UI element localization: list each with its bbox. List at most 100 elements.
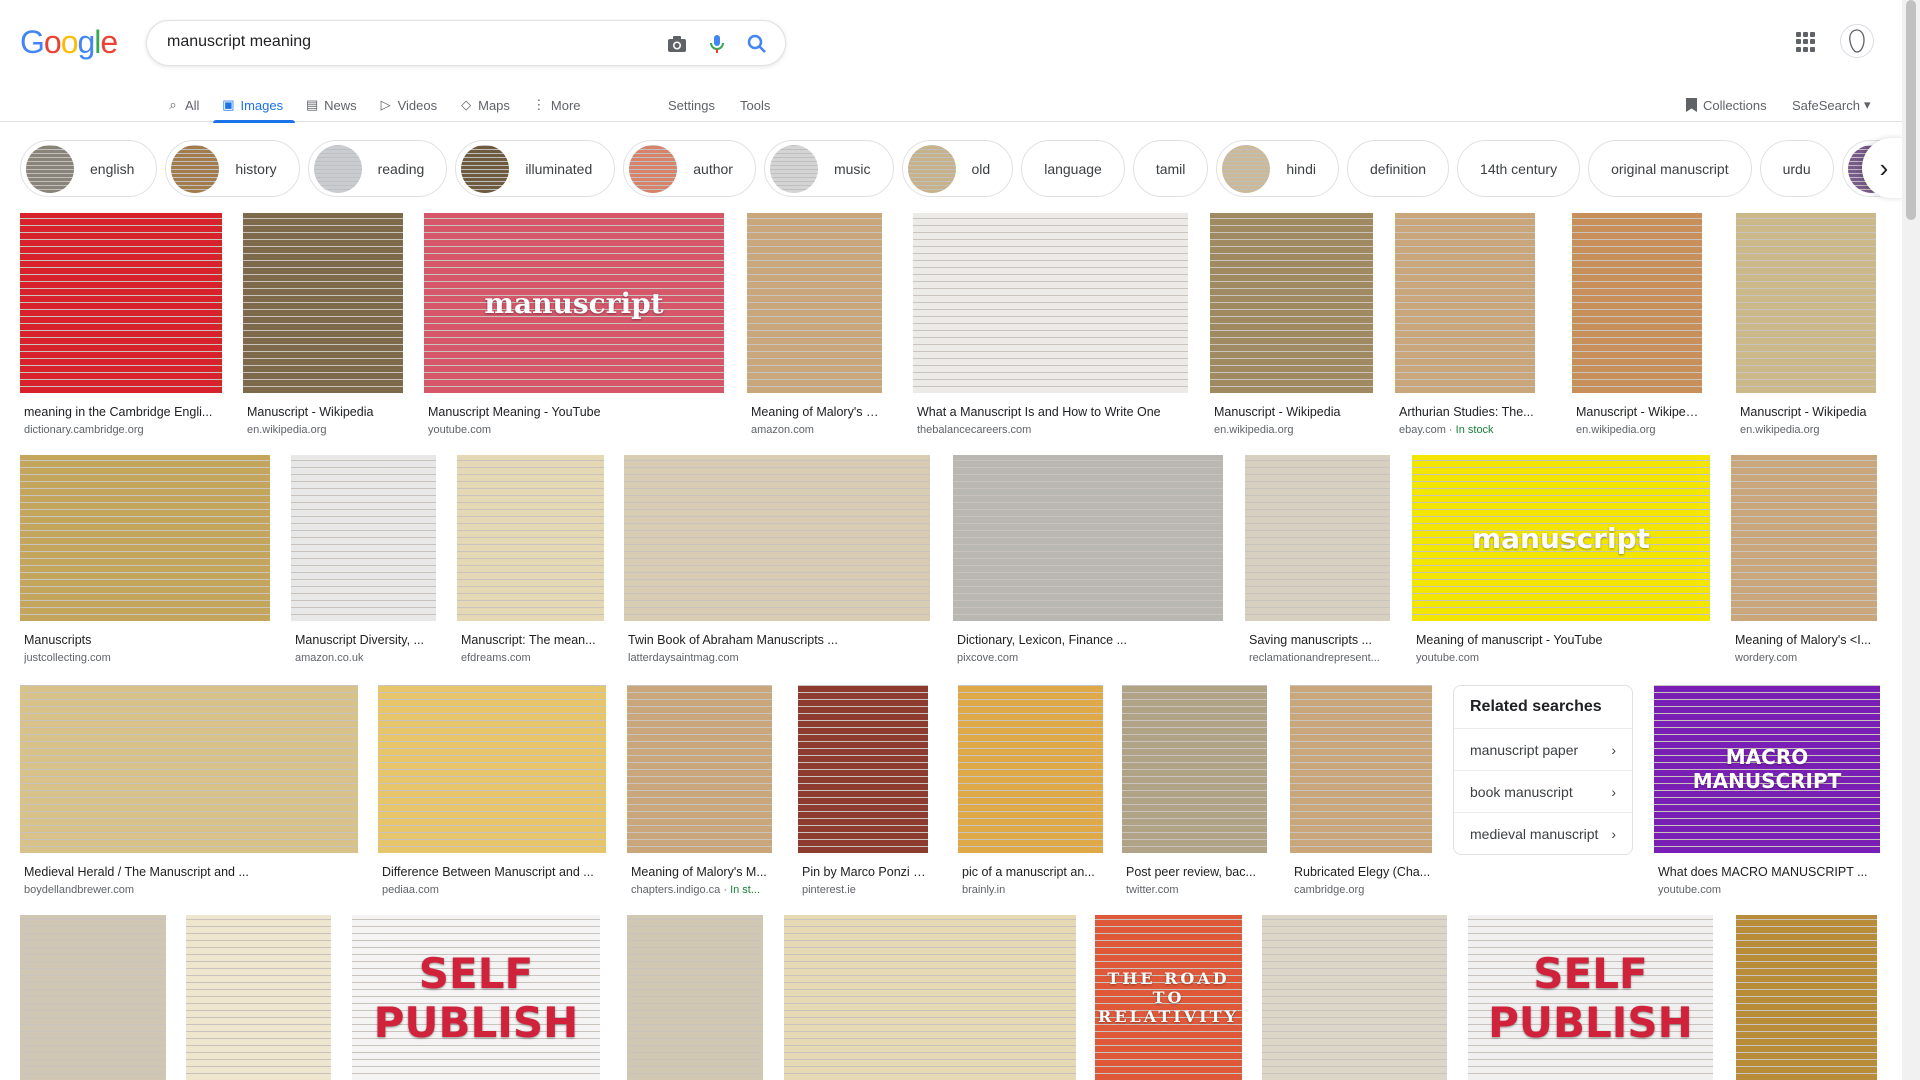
image-result[interactable]: Medieval Herald / The Manuscript and ...… xyxy=(20,685,358,903)
result-title[interactable]: Twin Book of Abraham Manuscripts ... xyxy=(628,633,930,647)
image-result[interactable]: Pin by Marco Ponzi on... pinterest.ie xyxy=(798,685,928,903)
result-title[interactable]: Meaning of Malory's M... xyxy=(751,405,882,419)
image-result[interactable]: Post peer review, bac... twitter.com xyxy=(1122,685,1267,903)
result-title[interactable]: What a Manuscript Is and How to Write On… xyxy=(917,405,1188,419)
result-title[interactable]: Dictionary, Lexicon, Finance ... xyxy=(957,633,1223,647)
result-thumbnail[interactable] xyxy=(1395,213,1535,393)
result-thumbnail[interactable] xyxy=(1736,915,1877,1080)
result-thumbnail[interactable] xyxy=(1572,213,1702,393)
result-title[interactable]: Manuscript Diversity, ... xyxy=(295,633,436,647)
image-result[interactable] xyxy=(1736,915,1877,1080)
result-thumbnail[interactable]: MACRO MANUSCRIPT xyxy=(1654,685,1880,853)
related-search-item[interactable]: manuscript paper › xyxy=(1454,728,1632,770)
result-title[interactable]: Medieval Herald / The Manuscript and ... xyxy=(24,865,358,879)
result-title[interactable]: Rubricated Elegy (Cha... xyxy=(1294,865,1432,879)
result-thumbnail[interactable] xyxy=(378,685,606,853)
result-title[interactable]: Arthurian Studies: The... xyxy=(1399,405,1535,419)
image-result[interactable]: Saving manuscripts ... reclamationandrepr… xyxy=(1245,455,1390,671)
result-thumbnail[interactable] xyxy=(1122,685,1267,853)
image-result[interactable]: Arthurian Studies: The... ebay.com · In s… xyxy=(1395,213,1535,443)
chip-definition[interactable]: definition xyxy=(1346,140,1450,197)
result-thumbnail[interactable] xyxy=(784,915,1076,1080)
tab-images[interactable]: ▣ Images xyxy=(213,88,295,123)
image-result[interactable]: manuscript Manuscript Meaning - YouTube yo… xyxy=(424,213,724,443)
result-title[interactable]: Meaning of Malory's <I... xyxy=(1735,633,1877,647)
image-result[interactable]: Twin Book of Abraham Manuscripts ... latt… xyxy=(624,455,930,671)
google-logo[interactable]: Google xyxy=(20,24,118,61)
apps-grid-icon[interactable] xyxy=(1796,32,1816,52)
image-result[interactable]: Manuscript: The mean... efdreams.com xyxy=(457,455,604,671)
tab-more[interactable]: ⋮ More xyxy=(532,88,580,122)
avatar[interactable] xyxy=(1840,24,1874,58)
result-title[interactable]: Manuscript: The mean... xyxy=(461,633,604,647)
result-thumbnail[interactable] xyxy=(913,213,1188,393)
chip-original-manuscript[interactable]: original manuscript xyxy=(1588,140,1752,197)
result-title[interactable]: Meaning of manuscript - YouTube xyxy=(1416,633,1710,647)
chip-14th-century[interactable]: 14th century xyxy=(1457,140,1581,197)
tools-link[interactable]: Tools xyxy=(740,88,770,122)
result-title[interactable]: meaning in the Cambridge Engli... xyxy=(24,405,222,419)
result-thumbnail[interactable] xyxy=(20,455,270,621)
result-thumbnail[interactable] xyxy=(243,213,403,393)
result-thumbnail[interactable] xyxy=(291,455,436,621)
result-thumbnail[interactable] xyxy=(1262,915,1447,1080)
result-title[interactable]: Post peer review, bac... xyxy=(1126,865,1267,879)
image-result[interactable]: MACRO MANUSCRIPT What does MACRO MANUSCRI… xyxy=(1654,685,1880,903)
result-title[interactable]: Meaning of Malory's M... xyxy=(631,865,772,879)
image-result[interactable]: Manuscript - Wikipedia en.wikipedia.org xyxy=(1210,213,1373,443)
result-thumbnail[interactable] xyxy=(1731,455,1877,621)
mic-icon[interactable] xyxy=(705,32,729,56)
result-title[interactable]: Difference Between Manuscript and ... xyxy=(382,865,606,879)
scrollbar-thumb[interactable] xyxy=(1906,0,1916,220)
result-thumbnail[interactable] xyxy=(20,685,358,853)
result-title[interactable]: Manuscript - Wikipedia xyxy=(1740,405,1876,419)
result-title[interactable]: Manuscript - Wikipedia xyxy=(247,405,403,419)
result-title[interactable]: What does MACRO MANUSCRIPT ... xyxy=(1658,865,1880,879)
result-thumbnail[interactable] xyxy=(20,213,222,393)
result-thumbnail[interactable]: manuscript xyxy=(1412,455,1710,621)
result-title[interactable]: pic of a manuscript an... xyxy=(962,865,1103,879)
result-thumbnail[interactable] xyxy=(953,455,1223,621)
image-result[interactable]: Rubricated Elegy (Cha... cambridge.org xyxy=(1290,685,1432,903)
chip-music[interactable]: music xyxy=(763,140,894,197)
image-result[interactable]: Manuscript - Wikipedia en.wikipedia.org xyxy=(243,213,403,443)
image-result[interactable]: SELF PUBLISH xyxy=(1468,915,1713,1080)
image-result[interactable]: Manuscript - Wikipedia en.wikipedia.org xyxy=(1572,213,1702,443)
chip-urdu[interactable]: urdu xyxy=(1759,140,1834,197)
chip-hindi[interactable]: hindi xyxy=(1216,140,1339,197)
image-result[interactable]: Manuscript - Wikipedia en.wikipedia.org xyxy=(1736,213,1876,443)
search-icon[interactable] xyxy=(745,32,769,56)
chip-tamil[interactable]: tamil xyxy=(1132,140,1209,197)
chip-author[interactable]: author xyxy=(623,140,756,197)
result-title[interactable]: Manuscript - Wikipedia xyxy=(1576,405,1702,419)
chip-reading[interactable]: reading xyxy=(307,140,448,197)
chip-old[interactable]: old xyxy=(901,140,1014,197)
result-thumbnail[interactable] xyxy=(747,213,882,393)
settings-link[interactable]: Settings xyxy=(668,88,715,122)
tab-maps[interactable]: ◇ Maps xyxy=(459,88,510,122)
tab-news[interactable]: ▤ News xyxy=(305,88,357,122)
image-result[interactable]: Manuscripts justcollecting.com xyxy=(20,455,270,671)
related-search-item[interactable]: medieval manuscript › xyxy=(1454,812,1632,854)
result-thumbnail[interactable] xyxy=(20,915,166,1080)
result-title[interactable]: Manuscripts xyxy=(24,633,270,647)
image-result[interactable]: Dictionary, Lexicon, Finance ... pixcove.… xyxy=(953,455,1223,671)
chip-illuminated[interactable]: illuminated xyxy=(455,140,616,197)
result-thumbnail[interactable]: SELF PUBLISH xyxy=(352,915,600,1080)
image-result[interactable]: Meaning of Malory's M... chapters.indigo.… xyxy=(627,685,772,903)
result-title[interactable]: Manuscript Meaning - YouTube xyxy=(428,405,724,419)
chip-history[interactable]: history xyxy=(165,140,300,197)
result-thumbnail[interactable] xyxy=(1210,213,1373,393)
image-result[interactable] xyxy=(186,915,331,1080)
tab-all[interactable]: ⌕ All xyxy=(166,88,199,122)
result-thumbnail[interactable] xyxy=(1290,685,1432,853)
image-result[interactable] xyxy=(1262,915,1447,1080)
result-thumbnail[interactable] xyxy=(958,685,1103,853)
result-thumbnail[interactable]: SELF PUBLISH xyxy=(1468,915,1713,1080)
camera-icon[interactable] xyxy=(665,32,689,56)
related-search-item[interactable]: book manuscript › xyxy=(1454,770,1632,812)
result-thumbnail[interactable]: manuscript xyxy=(424,213,724,393)
tab-videos[interactable]: ▷ Videos xyxy=(379,88,438,122)
result-thumbnail[interactable] xyxy=(627,915,763,1080)
image-result[interactable]: Meaning of Malory's M... amazon.com xyxy=(747,213,882,443)
